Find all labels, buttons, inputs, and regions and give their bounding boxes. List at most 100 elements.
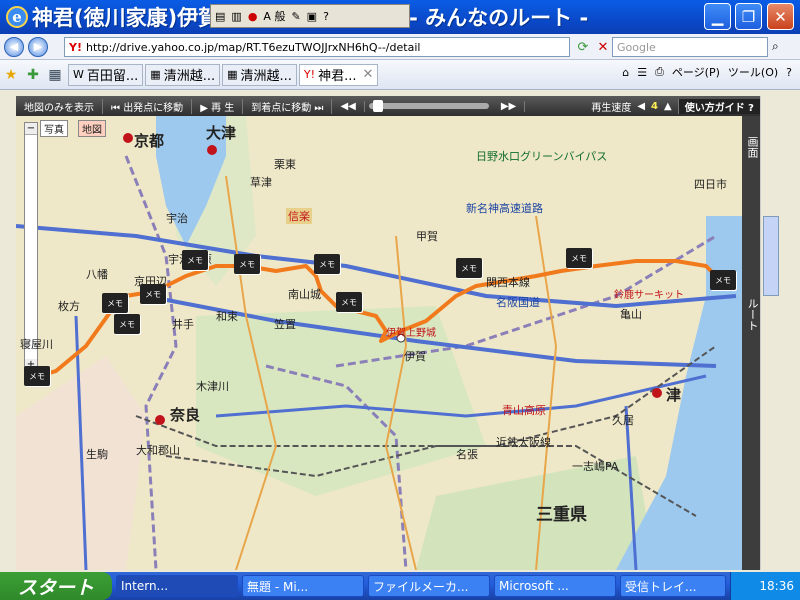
memo-marker-2[interactable]: メモ	[102, 293, 128, 313]
map-only-button[interactable]: 地図のみを表示	[16, 98, 103, 114]
memo-marker-4[interactable]: メモ	[140, 284, 166, 304]
label-iga-ueno-castle: 伊賀上野城	[386, 328, 436, 339]
route-panel-tab[interactable]: ルート	[742, 298, 760, 331]
url-field[interactable]: Y! http://drive.yahoo.co.jp/map/RT.T6ezu…	[64, 37, 570, 57]
speed-up-button[interactable]: ▲	[664, 101, 672, 112]
map-toggle[interactable]: 地図	[78, 120, 106, 137]
ime-input-icon[interactable]: ▥	[231, 10, 241, 23]
taskbar-item-filemaker[interactable]: ファイルメーカ...	[368, 575, 490, 597]
label-yamato-koriyama: 大和郡山	[136, 444, 180, 457]
print-icon[interactable]: ⎙	[655, 65, 664, 79]
photo-toggle[interactable]: 写真	[40, 120, 68, 137]
label-tsu: 津	[666, 386, 682, 404]
tab-3[interactable]: ▦ 清洲越...	[222, 63, 297, 86]
label-shin-meishin: 新名神高速道路	[466, 202, 543, 215]
favorites-star-icon[interactable]: ★	[0, 67, 22, 83]
add-favorite-icon[interactable]: ✚	[22, 67, 44, 83]
memo-marker-8[interactable]: メモ	[336, 292, 362, 312]
speed-label: 再生速度	[591, 102, 632, 114]
system-tray: 18:36	[730, 572, 800, 600]
map-canvas[interactable]: − + 写真 地図 京都 大津 奈良 津 三重県 京田辺 井手 和束 信楽 甲賀…	[16, 116, 742, 570]
address-bar: ◀ ▶ Y! http://drive.yahoo.co.jp/map/RT.T…	[0, 34, 800, 60]
ime-record-icon[interactable]: ●	[248, 10, 258, 23]
ime-app-icon[interactable]: ▤	[215, 10, 225, 23]
back-button[interactable]: ◀	[4, 36, 24, 57]
step-back-button[interactable]: ◀◀	[332, 100, 365, 112]
label-kameyama: 亀山	[620, 308, 642, 321]
stop-icon[interactable]: ✕	[594, 38, 612, 56]
tab-1[interactable]: W 百田留...	[68, 63, 144, 86]
memo-marker-1[interactable]: メモ	[24, 366, 50, 386]
label-uji: 宇治	[166, 212, 188, 225]
taskbar-item-excel[interactable]: Microsoft ...	[494, 575, 616, 597]
memo-marker-3[interactable]: メモ	[114, 314, 140, 334]
search-icon[interactable]: ⌕	[772, 39, 779, 54]
step-forward-button[interactable]: ▶▶	[493, 100, 526, 112]
to-start-button[interactable]: ⏮ 出発点に移動	[103, 98, 193, 114]
label-hirakata: 枚方	[58, 300, 80, 313]
tab-label: 清洲越...	[163, 69, 216, 84]
tab-4-active[interactable]: Y! 神君... ✕	[298, 63, 379, 86]
minimize-button[interactable]: ▁	[704, 3, 731, 30]
taskbar-item-ie[interactable]: Intern...	[116, 575, 238, 597]
slider-handle[interactable]	[372, 100, 383, 112]
help-menu[interactable]: ?	[786, 66, 792, 79]
map-side-panel: 画面 ルート	[742, 116, 760, 570]
map-control-bar: 地図のみを表示 ⏮ 出発点に移動 ▶ 再 生 到着点に移動 ⏭ ◀◀ ▶▶ 再生…	[16, 96, 760, 116]
tab-2[interactable]: ▦ 清洲越...	[145, 63, 221, 86]
memo-marker-7[interactable]: メモ	[314, 254, 340, 274]
label-wazuka: 和束	[216, 310, 238, 323]
memo-marker-9[interactable]: メモ	[456, 258, 482, 278]
refresh-icon[interactable]: ⟳	[574, 38, 592, 56]
vertical-scrollbar[interactable]	[760, 96, 780, 570]
label-yawata: 八幡	[86, 268, 108, 281]
ime-tool-icon[interactable]: ✎	[291, 10, 300, 23]
forward-button[interactable]: ▶	[28, 36, 48, 57]
label-ide: 井手	[172, 318, 194, 331]
yahoo-favicon-icon: Y!	[69, 40, 82, 54]
ime-toolbar[interactable]: ▤ ▥ ● A 般 ✎ ▣ ?	[210, 4, 410, 28]
taskbar-item-notepad[interactable]: 無題 - Mi...	[242, 575, 364, 597]
label-ritto: 栗東	[274, 158, 296, 171]
close-button[interactable]: ✕	[767, 3, 794, 30]
tab-label: 百田留...	[86, 69, 139, 84]
zoom-out-button[interactable]: −	[25, 123, 37, 135]
memo-marker-11[interactable]: メモ	[710, 270, 736, 290]
feeds-icon[interactable]: ☰	[637, 66, 647, 79]
quick-tabs-icon[interactable]: ▦	[44, 67, 66, 83]
zoom-slider[interactable]: − +	[24, 122, 38, 372]
play-button[interactable]: ▶ 再 生	[192, 98, 244, 114]
playback-slider[interactable]	[368, 100, 489, 112]
label-kintetsu: 近鉄大阪線	[496, 436, 551, 449]
ime-dict-icon[interactable]: ▣	[307, 10, 317, 23]
label-kyoto: 京都	[134, 132, 165, 150]
label-ichishi-pa: 一志嶋PA	[572, 460, 619, 473]
speed-down-button[interactable]: ◀	[637, 101, 645, 112]
taskbar-item-inbox[interactable]: 受信トレイ...	[620, 575, 726, 597]
speed-control: 再生速度 ◀ 4 ▲	[591, 99, 677, 114]
label-shigaraki: 信楽	[286, 208, 312, 224]
usage-guide-button[interactable]: 使い方ガイド ?	[677, 98, 760, 114]
otsu-city-marker	[207, 145, 217, 155]
page-menu[interactable]: ページ(P)	[672, 64, 720, 80]
screen-panel-tab[interactable]: 画面	[742, 136, 760, 158]
clock[interactable]: 18:36	[759, 579, 794, 593]
label-nara: 奈良	[170, 406, 201, 424]
maximize-button[interactable]: ❐	[735, 3, 762, 30]
ime-help-icon[interactable]: ?	[323, 10, 329, 23]
to-end-button[interactable]: 到着点に移動 ⏭	[243, 98, 333, 114]
tools-menu[interactable]: ツール(O)	[728, 64, 778, 80]
memo-marker-6[interactable]: メモ	[234, 254, 260, 274]
scrollbar-thumb[interactable]	[763, 216, 779, 296]
ime-mode-label[interactable]: A 般	[263, 8, 285, 24]
start-button[interactable]: スタート	[0, 572, 112, 600]
label-hino-minakuchi-bypass: 日野水口グリーンバイパス	[476, 150, 608, 163]
memo-marker-10[interactable]: メモ	[566, 248, 592, 268]
label-suzuka-circuit: 鈴鹿サーキット	[614, 290, 684, 301]
tab-icon: ▦	[150, 68, 161, 81]
memo-marker-5[interactable]: メモ	[182, 250, 208, 270]
label-ikoma: 生駒	[86, 448, 108, 461]
search-input[interactable]: Google	[612, 37, 768, 57]
home-icon[interactable]: ⌂	[622, 66, 629, 79]
tab-close-icon[interactable]: ✕	[362, 67, 373, 82]
